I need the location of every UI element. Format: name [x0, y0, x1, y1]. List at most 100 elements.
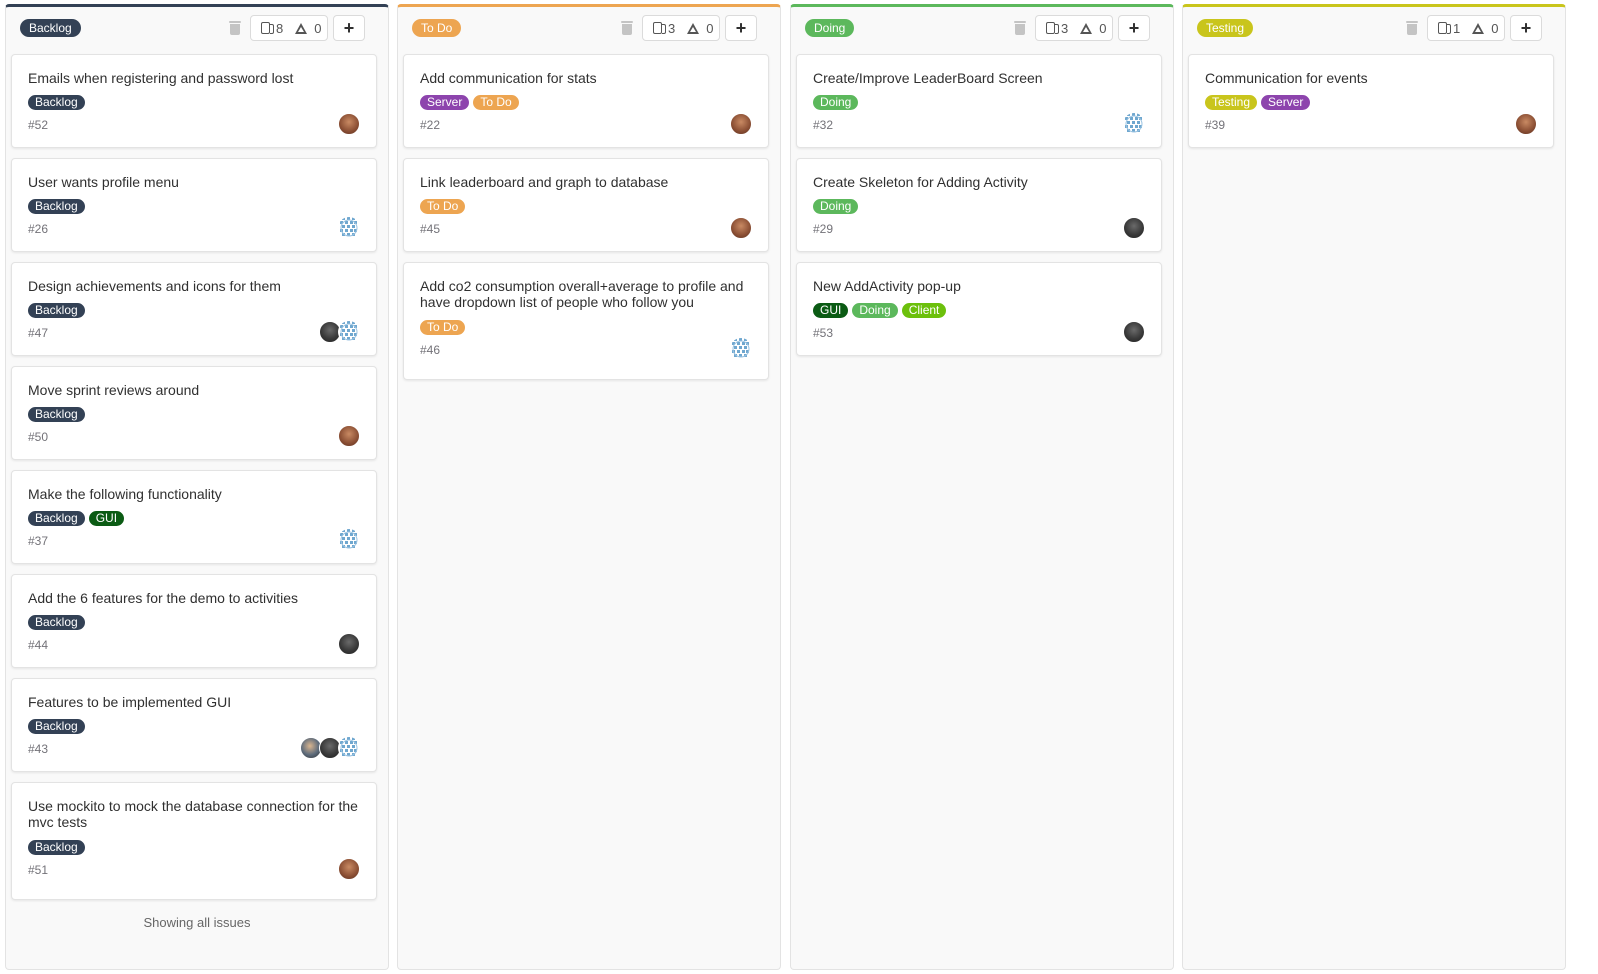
label-badge[interactable]: Testing [1205, 95, 1258, 110]
issue-title[interactable]: Create Skeleton for Adding Activity [813, 174, 1148, 190]
label-badge[interactable]: Backlog [28, 303, 85, 318]
label-badge[interactable]: Backlog [28, 719, 85, 734]
issue-number: #43 [28, 742, 49, 756]
assignee-avatar[interactable] [338, 425, 360, 447]
assignee-avatar[interactable] [338, 113, 360, 135]
column-label[interactable]: To Do [412, 19, 462, 37]
new-issue-button[interactable]: + [333, 15, 365, 41]
assignee-avatar[interactable] [338, 858, 360, 880]
issue-count: 3 [668, 20, 676, 36]
label-badge[interactable]: To Do [420, 320, 466, 335]
issue-title[interactable]: Link leaderboard and graph to database [420, 174, 755, 190]
issue-card[interactable]: Move sprint reviews around Backlog #50 [11, 366, 377, 460]
board-column-testing: Testing 1 0 + Communication for events Testin… [1182, 4, 1566, 970]
issues-icon [653, 22, 666, 34]
identicon-avatar[interactable] [338, 321, 360, 343]
label-badge[interactable]: GUI [813, 303, 849, 318]
label-badge[interactable]: Backlog [28, 615, 85, 630]
issue-assignees [338, 217, 360, 239]
identicon-avatar[interactable] [1123, 113, 1145, 135]
weight-icon [1080, 22, 1093, 34]
issue-card[interactable]: Add communication for stats Server To Do #2… [403, 54, 769, 148]
new-issue-button[interactable]: + [1118, 15, 1150, 41]
label-badge[interactable]: Server [1261, 95, 1311, 110]
identicon-avatar[interactable] [730, 338, 752, 360]
label-badge[interactable]: Doing [813, 95, 859, 110]
issue-labels: To Do [420, 320, 466, 335]
column-label[interactable]: Doing [805, 19, 855, 37]
label-badge[interactable]: Backlog [28, 511, 85, 526]
new-issue-button[interactable]: + [1510, 15, 1542, 41]
issue-assignees [338, 113, 360, 135]
assignee-avatar[interactable] [1515, 113, 1537, 135]
column-label[interactable]: Backlog [20, 19, 81, 37]
issue-card[interactable]: Create Skeleton for Adding Activity Doing… [796, 158, 1162, 252]
issue-labels: Backlog GUI [28, 511, 125, 526]
issue-card[interactable]: New AddActivity pop-up GUI Doing Client #53 [796, 262, 1162, 356]
issue-card[interactable]: Add the 6 features for the demo to activ… [11, 574, 377, 668]
label-badge[interactable]: To Do [420, 199, 466, 214]
issue-title[interactable]: Move sprint reviews around [28, 382, 363, 398]
issue-title[interactable]: Use mockito to mock the database connect… [28, 798, 363, 830]
issue-labels: Testing Server [1205, 95, 1311, 110]
label-badge[interactable]: Backlog [28, 407, 85, 422]
column-header: To Do 3 0 + [398, 7, 780, 51]
weight-count: 0 [706, 20, 714, 36]
issue-number: #29 [813, 222, 834, 236]
issue-card[interactable]: Create/Improve LeaderBoard Screen Doing #3… [796, 54, 1162, 148]
issue-card[interactable]: Use mockito to mock the database connect… [11, 782, 377, 900]
issue-card[interactable]: Link leaderboard and graph to database To… [403, 158, 769, 252]
issue-title[interactable]: Features to be implemented GUI [28, 694, 363, 710]
label-badge[interactable]: Backlog [28, 840, 85, 855]
assignee-avatar[interactable] [1123, 217, 1145, 239]
delete-list-icon[interactable] [621, 21, 633, 35]
new-issue-button[interactable]: + [725, 15, 757, 41]
issue-title[interactable]: Create/Improve LeaderBoard Screen [813, 70, 1148, 86]
issue-title[interactable]: Communication for events [1205, 70, 1540, 86]
issue-title[interactable]: New AddActivity pop-up [813, 278, 1148, 294]
trash-bin [230, 24, 240, 35]
delete-list-icon[interactable] [1014, 21, 1026, 35]
issue-card[interactable]: Make the following functionality Backlog G… [11, 470, 377, 564]
board-column-doing: Doing 3 0 + Create/Improve LeaderBoard Scree… [790, 4, 1174, 970]
issue-card[interactable]: Design achievements and icons for them Ba… [11, 262, 377, 356]
issue-card[interactable]: Communication for events Testing Server #39 [1188, 54, 1554, 148]
assignee-avatar[interactable] [730, 113, 752, 135]
label-badge[interactable]: Doing [852, 303, 898, 318]
label-badge[interactable]: Backlog [28, 95, 85, 110]
weight-icon [687, 22, 700, 34]
issue-title[interactable]: Add communication for stats [420, 70, 755, 86]
issue-labels: Doing [813, 199, 859, 214]
issue-count: 1 [1453, 20, 1461, 36]
delete-list-icon[interactable] [229, 21, 241, 35]
issue-card[interactable]: Add co2 consumption overall+average to p… [403, 262, 769, 380]
label-badge[interactable]: To Do [473, 95, 519, 110]
issue-assignees [338, 529, 360, 551]
column-counts: 80 [250, 15, 328, 41]
issue-title[interactable]: Add co2 consumption overall+average to p… [420, 278, 755, 310]
assignee-avatar[interactable] [338, 633, 360, 655]
column-counts: 30 [1035, 15, 1113, 41]
label-badge[interactable]: Server [420, 95, 470, 110]
column-counts: 30 [642, 15, 720, 41]
issue-title[interactable]: User wants profile menu [28, 174, 363, 190]
delete-list-icon[interactable] [1406, 21, 1418, 35]
label-badge[interactable]: Client [901, 303, 947, 318]
issue-card[interactable]: User wants profile menu Backlog #26 [11, 158, 377, 252]
label-badge[interactable]: Backlog [28, 199, 85, 214]
issue-card[interactable]: Features to be implemented GUI Backlog #43 [11, 678, 377, 772]
issue-title[interactable]: Emails when registering and password los… [28, 70, 363, 86]
label-badge[interactable]: Doing [813, 199, 859, 214]
issue-title[interactable]: Design achievements and icons for them [28, 278, 363, 294]
label-badge[interactable]: GUI [88, 511, 125, 526]
issue-title[interactable]: Add the 6 features for the demo to activ… [28, 590, 363, 606]
assignee-avatar[interactable] [1123, 321, 1145, 343]
column-label[interactable]: Testing [1197, 19, 1254, 37]
identicon-avatar[interactable] [338, 737, 360, 759]
column-header: Testing 1 0 + [1183, 7, 1565, 51]
issue-title[interactable]: Make the following functionality [28, 486, 363, 502]
identicon-avatar[interactable] [338, 529, 360, 551]
issue-card[interactable]: Emails when registering and password los… [11, 54, 377, 148]
identicon-avatar[interactable] [338, 217, 360, 239]
assignee-avatar[interactable] [730, 217, 752, 239]
